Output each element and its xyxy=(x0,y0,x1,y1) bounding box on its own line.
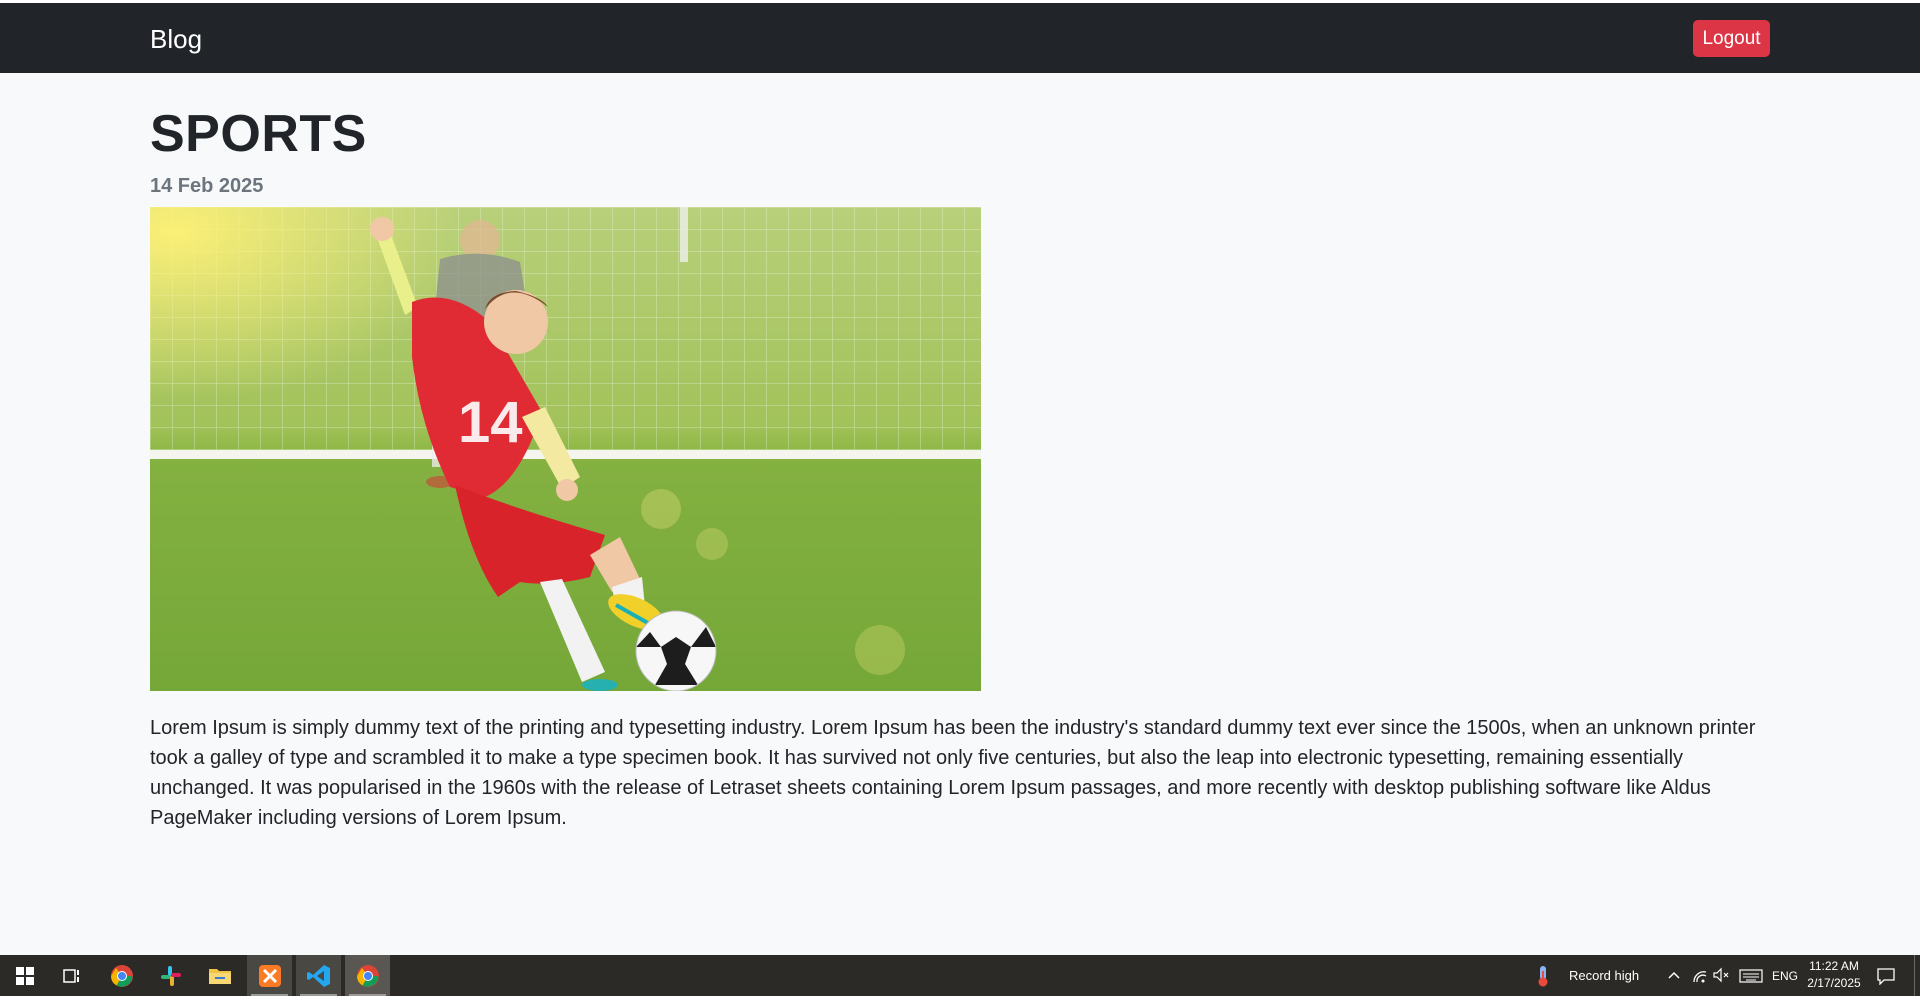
weather-widget[interactable]: Record high xyxy=(1536,965,1646,987)
chrome-icon[interactable] xyxy=(99,955,144,996)
clock-date: 2/17/2025 xyxy=(1807,976,1861,990)
slack-icon[interactable] xyxy=(148,955,193,996)
network-icon[interactable] xyxy=(1692,968,1708,984)
post-date: 14 Feb 2025 xyxy=(150,175,264,197)
jersey-number: 14 xyxy=(458,390,523,455)
post-title: SPORTS xyxy=(150,105,367,163)
chevron-up-icon[interactable] xyxy=(1666,967,1682,983)
xampp-icon[interactable] xyxy=(247,955,292,996)
start-icon[interactable] xyxy=(2,955,47,996)
navbar-brand[interactable]: Blog xyxy=(150,23,202,55)
clock-time: 11:22 AM xyxy=(1809,959,1859,973)
notification-icon[interactable] xyxy=(1877,967,1895,986)
logout-button[interactable]: Logout xyxy=(1693,20,1770,57)
file-explorer-icon[interactable] xyxy=(197,955,242,996)
volume-muted-icon[interactable] xyxy=(1713,967,1731,983)
navbar: Blog Logout xyxy=(0,3,1920,73)
thermometer-icon xyxy=(1538,966,1548,987)
post-body: Lorem Ipsum is simply dummy text of the … xyxy=(150,717,1756,829)
weather-text: Record high xyxy=(1569,968,1640,983)
chrome-active-icon[interactable] xyxy=(345,955,390,996)
vscode-icon[interactable] xyxy=(296,955,341,996)
language-indicator[interactable]: ENG xyxy=(1772,968,1798,984)
show-desktop-button[interactable] xyxy=(1914,955,1920,996)
clock[interactable]: 11:22 AM 2/17/2025 xyxy=(1805,958,1863,994)
post-image: 14 xyxy=(150,207,981,691)
windows-taskbar: Record high ENG 11:22 AM 2/17/2025 xyxy=(0,955,1920,996)
keyboard-icon[interactable] xyxy=(1739,968,1763,984)
task-view-icon[interactable] xyxy=(49,955,94,996)
